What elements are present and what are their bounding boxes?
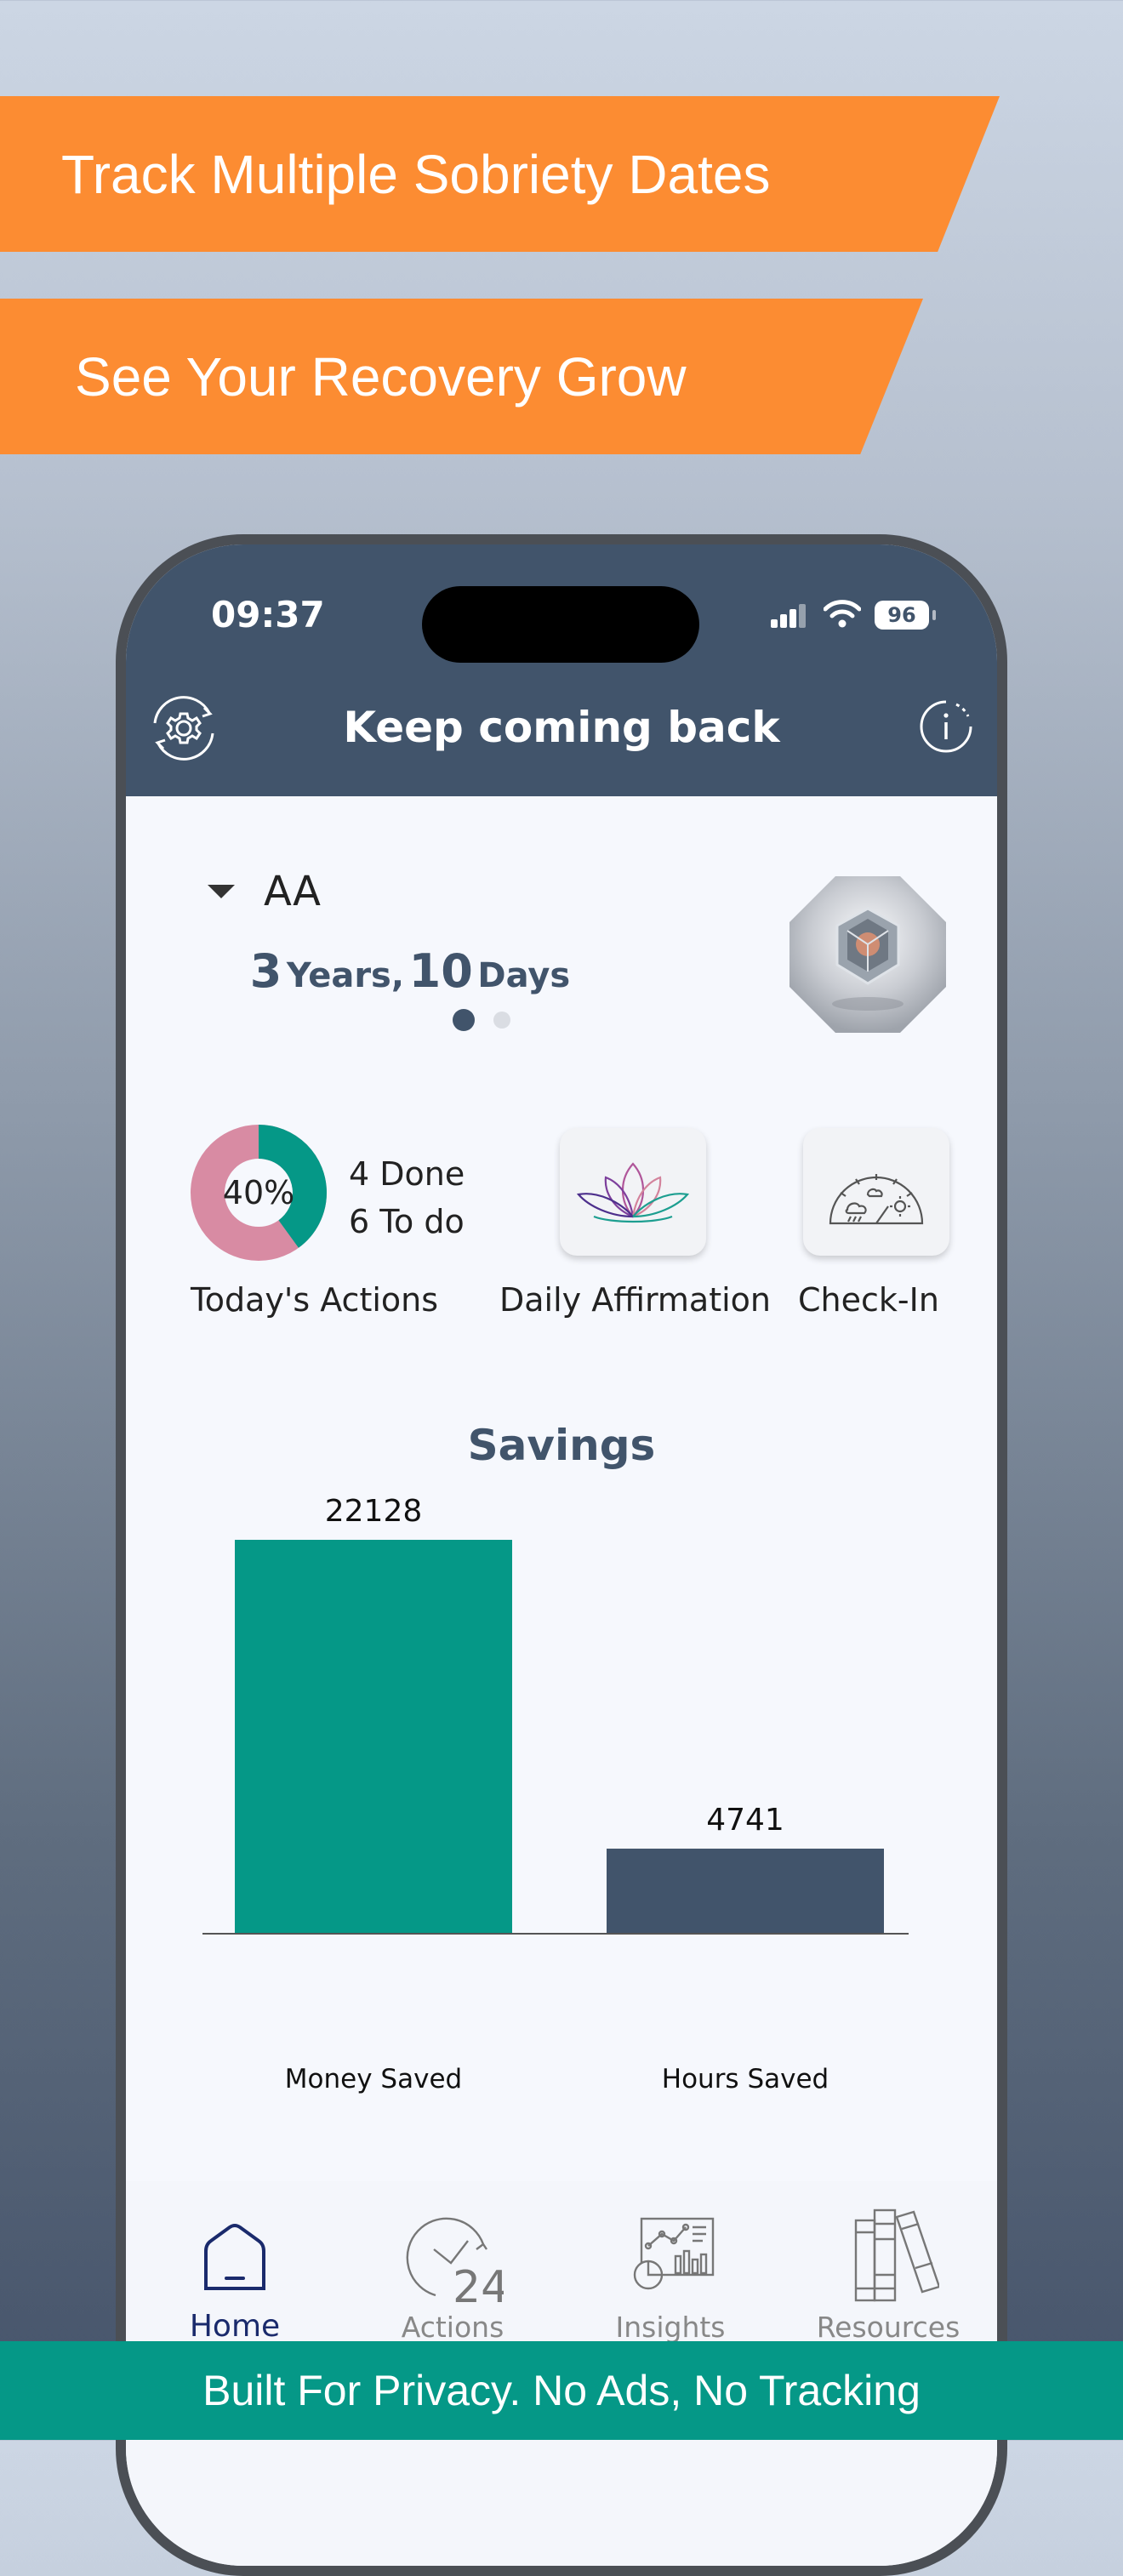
tab-label: Resources	[816, 2311, 961, 2344]
promo-banner-text: Track Multiple Sobriety Dates	[61, 143, 771, 205]
savings-bar-chart	[202, 1540, 909, 1935]
page-dot-active[interactable]	[453, 1009, 475, 1031]
svg-text:24: 24	[453, 2262, 504, 2309]
years-unit: Years,	[286, 956, 405, 995]
done-count: 4 Done	[349, 1155, 465, 1193]
tab-resources[interactable]: Resources	[779, 2181, 997, 2351]
todays-actions-label[interactable]: Today's Actions	[191, 1281, 438, 1319]
savings-chart	[202, 1497, 909, 1940]
check-in-button[interactable]	[803, 1128, 949, 1256]
page-dot[interactable]	[493, 1012, 510, 1029]
promo-banner-grow: See Your Recovery Grow	[0, 299, 923, 454]
todo-count: 6 To do	[349, 1203, 465, 1240]
promo-banner-text: See Your Recovery Grow	[75, 345, 687, 407]
chevron-down-icon	[208, 885, 235, 898]
app-screen: 09:37 96 Keep coming back AA 3 Years, 10…	[126, 544, 997, 2566]
daily-affirmation-button[interactable]	[560, 1128, 706, 1256]
days-unit: Days	[477, 956, 571, 995]
tab-label: Actions	[401, 2311, 504, 2344]
home-icon	[204, 2224, 265, 2290]
savings-bar-1	[607, 1849, 884, 1933]
tab-label: Insights	[615, 2311, 726, 2344]
status-time: 09:37	[211, 594, 325, 635]
books-icon	[854, 2208, 939, 2302]
promo-footer-banner: Built For Privacy. No Ads, No Tracking	[0, 2341, 1123, 2440]
program-name: AA	[264, 868, 322, 915]
tab-home[interactable]: Home	[126, 2181, 344, 2351]
tab-label: Home	[189, 2309, 281, 2344]
dynamic-island	[422, 586, 699, 663]
clock-24-icon: 24	[406, 2217, 504, 2309]
daily-affirmation-label[interactable]: Daily Affirmation	[499, 1281, 771, 1319]
savings-title: Savings	[467, 1421, 656, 1470]
milestone-medallion[interactable]	[790, 876, 946, 1033]
tab-actions[interactable]: 24 Actions	[344, 2181, 562, 2351]
header-bar: 09:37 96 Keep coming back	[126, 544, 997, 796]
savings-bar-0	[235, 1540, 512, 1933]
tab-insights[interactable]: Insights	[562, 2181, 779, 2351]
promo-banner-track: Track Multiple Sobriety Dates	[0, 96, 1000, 252]
days-value: 10	[408, 944, 473, 998]
bar-value-hours: 4741	[706, 1803, 784, 1838]
bar-label-hours: Hours Saved	[661, 2064, 829, 2094]
info-icon[interactable]	[919, 699, 973, 754]
page-indicator[interactable]	[453, 1009, 510, 1031]
chart-board-icon	[633, 2217, 715, 2290]
bar-value-money: 22128	[324, 1494, 423, 1529]
weather-gauge-icon	[829, 1174, 924, 1225]
phone-frame: 09:37 96 Keep coming back AA 3 Years, 10…	[116, 534, 1007, 2576]
progress-percent: 40%	[222, 1174, 295, 1211]
app-title: Keep coming back	[343, 703, 780, 752]
signal-icon	[771, 602, 808, 628]
lotus-icon	[576, 1162, 690, 1223]
battery-indicator: 96	[875, 601, 936, 630]
wifi-icon	[824, 600, 861, 628]
bar-label-money: Money Saved	[284, 2064, 463, 2094]
years-value: 3	[249, 944, 282, 998]
sobriety-duration: 3 Years, 10 Days	[126, 944, 694, 998]
program-selector[interactable]: AA	[208, 868, 321, 915]
action-counts: 4 Done 6 To do	[349, 1150, 465, 1245]
check-in-label[interactable]: Check-In	[798, 1281, 939, 1319]
